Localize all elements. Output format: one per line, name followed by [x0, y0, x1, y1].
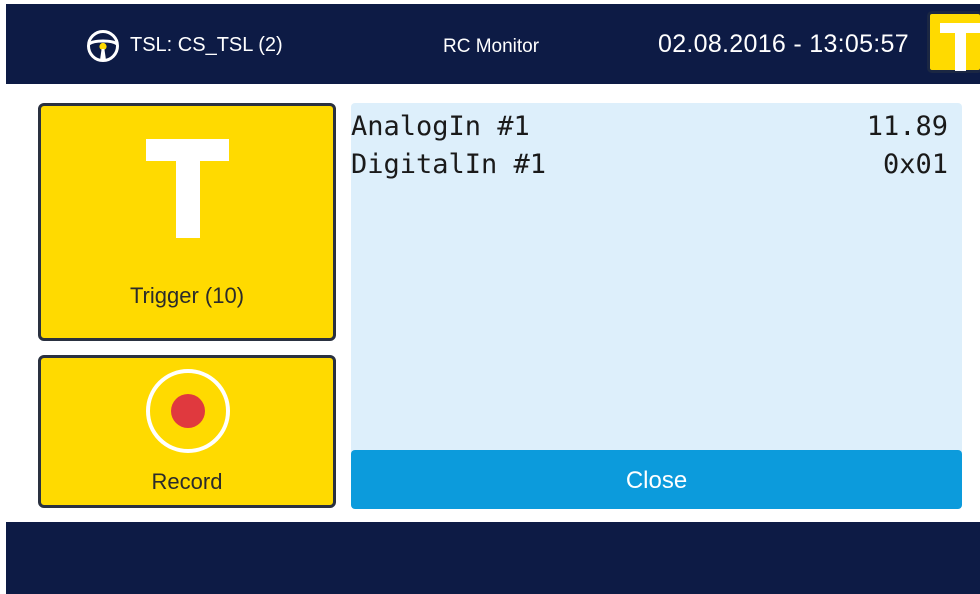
- trigger-status-icon[interactable]: [927, 11, 980, 73]
- close-button[interactable]: Close: [351, 450, 962, 509]
- signal-name: DigitalIn #1: [351, 149, 547, 180]
- app-title: RC Monitor: [443, 36, 540, 57]
- top-bar: TSL: CS_TSL (2) RC Monitor 02.08.2016 - …: [6, 4, 980, 84]
- tsl-label: TSL: CS_TSL (2): [130, 34, 283, 56]
- monitor-row: AnalogIn #1 11.89: [351, 111, 962, 151]
- monitor-row: DigitalIn #1 0x01: [351, 149, 962, 189]
- steering-wheel-icon: [87, 30, 119, 62]
- monitor-panel: AnalogIn #1 11.89 DigitalIn #1 0x01: [351, 103, 962, 508]
- record-icon: [146, 369, 230, 453]
- bottom-bar: [6, 522, 980, 594]
- signal-value: 0x01: [882, 149, 948, 180]
- signal-name: AnalogIn #1: [351, 111, 530, 142]
- trigger-label: Trigger (10): [129, 283, 245, 308]
- signal-value: 11.89: [866, 111, 948, 142]
- record-label: Record: [151, 469, 223, 494]
- datetime: 02.08.2016 - 13:05:57: [658, 30, 909, 58]
- trigger-button[interactable]: Trigger (10): [38, 103, 336, 341]
- record-button[interactable]: Record: [38, 355, 336, 508]
